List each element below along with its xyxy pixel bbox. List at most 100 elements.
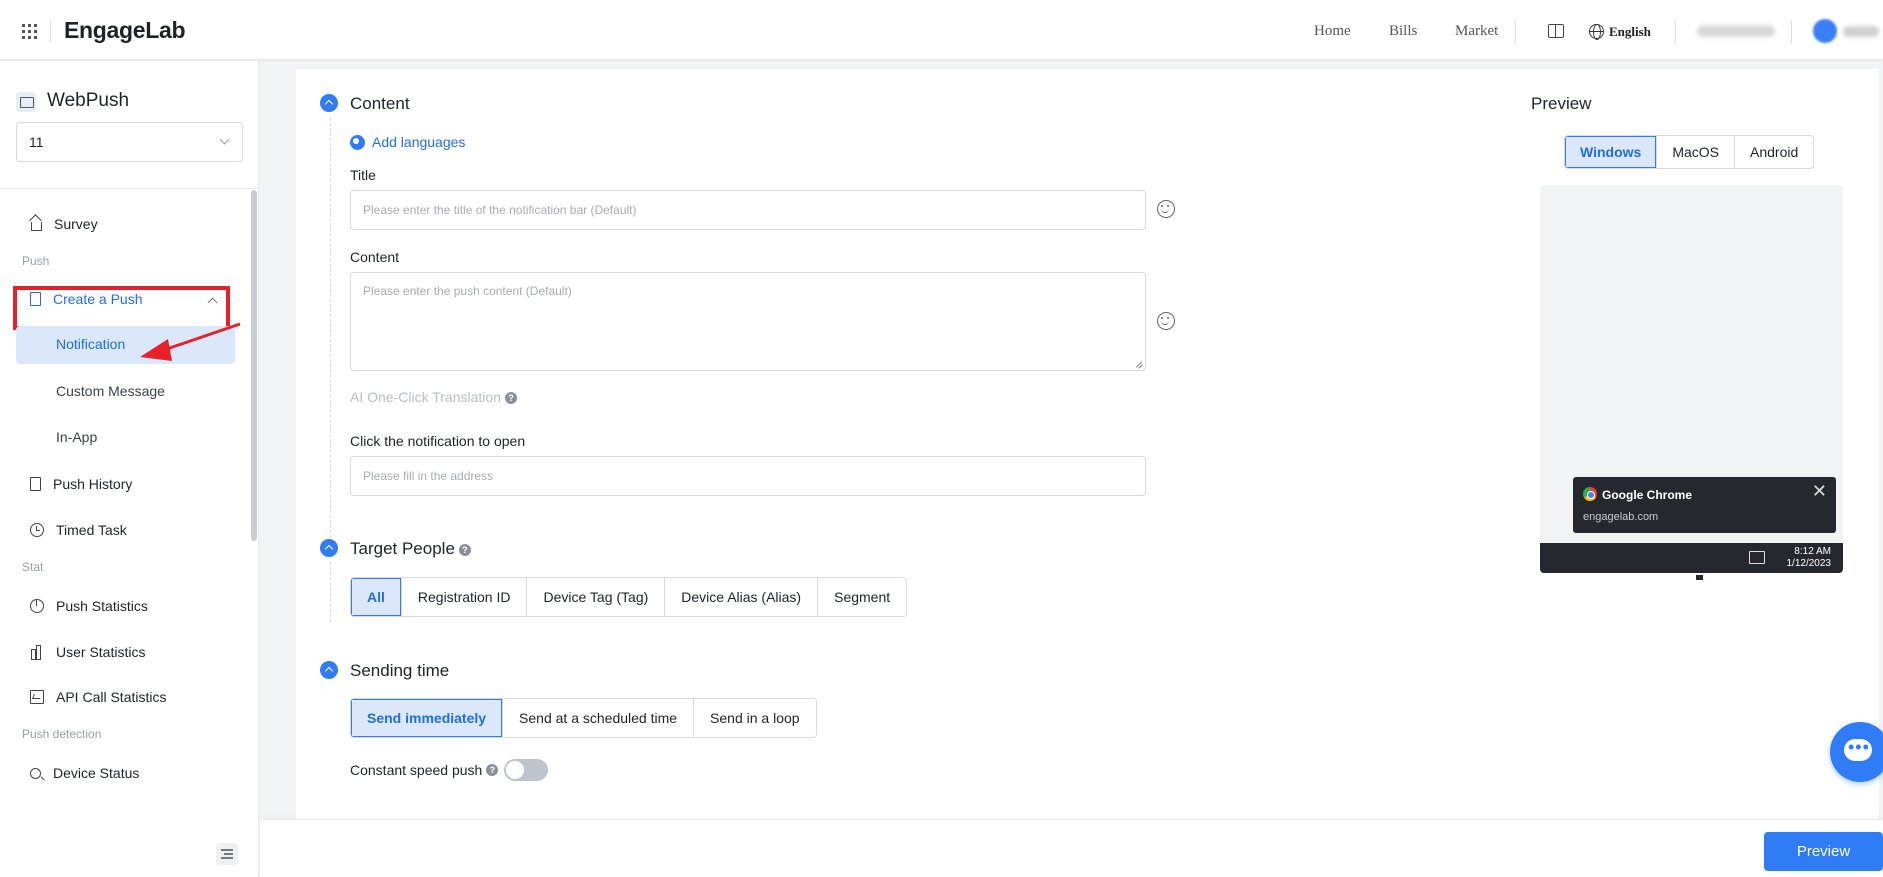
taskbar-date: 1/12/2023: [1786, 558, 1832, 569]
sidebar-group-push: Push: [22, 254, 50, 268]
target-option[interactable]: Device Tag (Tag): [526, 578, 665, 616]
webpush-app-icon: [16, 92, 36, 112]
app-selector-value: 11: [29, 134, 44, 150]
sidebar-item-custom-message[interactable]: Custom Message: [56, 383, 165, 399]
sidebar-item-timed-task[interactable]: Timed Task: [30, 519, 127, 541]
preview-button[interactable]: Preview: [1764, 832, 1883, 871]
collapse-sidebar-button[interactable]: [216, 843, 238, 865]
language-selector[interactable]: English: [1609, 24, 1651, 40]
collapse-content-icon[interactable]: [320, 94, 338, 112]
constant-speed-toggle[interactable]: [504, 759, 549, 781]
os-tab-option[interactable]: Android: [1734, 136, 1814, 168]
os-tab-option[interactable]: MacOS: [1656, 136, 1734, 168]
divider: [330, 118, 331, 538]
constant-speed-row: Constant speed push?: [350, 759, 549, 781]
globe-icon[interactable]: [1589, 24, 1604, 40]
sidebar-group-push-detection: Push detection: [22, 727, 102, 741]
sidebar-item-label: Push Statistics: [56, 598, 148, 614]
taskbar: 8:12 AM 1/12/2023: [1540, 543, 1843, 573]
sidebar-item-in-app[interactable]: In-App: [56, 429, 97, 445]
sidebar-group-stat: Stat: [22, 560, 44, 574]
top-bar: EngageLab Home Bills Market English: [0, 0, 1883, 60]
section-title-sending: Sending time: [350, 661, 450, 680]
target-option[interactable]: Device Alias (Alias): [664, 578, 818, 616]
notification-preview-frame: Google Chrome engagelab.com ✕ 8:12 AM 1/…: [1540, 185, 1843, 573]
close-icon: ✕: [1811, 481, 1827, 501]
chrome-icon: [1583, 487, 1597, 501]
docs-book-icon[interactable]: [1548, 24, 1564, 38]
title-input[interactable]: [350, 190, 1146, 230]
section-title-target: Target People?: [350, 539, 471, 559]
home-icon: [31, 221, 42, 231]
app-title: WebPush: [47, 90, 130, 111]
sending-time-selector: Send immediately Send at a scheduled time…: [350, 698, 817, 738]
click-open-input[interactable]: [350, 456, 1146, 496]
nav-market[interactable]: Market: [1455, 23, 1498, 40]
user-name[interactable]: [1843, 26, 1879, 37]
toast-site: engagelab.com: [1583, 511, 1659, 523]
decoration: [1696, 575, 1703, 580]
chevron-down-icon: [219, 134, 230, 145]
nav-home[interactable]: Home: [1314, 23, 1351, 40]
title-label: Title: [350, 167, 376, 183]
nav-bills[interactable]: Bills: [1389, 23, 1417, 40]
bottom-action-bar: [260, 819, 1883, 877]
sending-time-option[interactable]: Send in a loop: [693, 699, 816, 737]
divider: [1675, 20, 1676, 44]
target-option[interactable]: Registration ID: [400, 578, 527, 616]
sidebar-item-label: Survey: [54, 216, 98, 232]
account-switcher[interactable]: [1697, 25, 1775, 37]
target-people-selector: All Registration ID Device Tag (Tag) Device…: [350, 577, 908, 617]
pie-chart-icon: [30, 599, 44, 613]
divider: [330, 562, 331, 622]
collapse-sending-icon[interactable]: [320, 661, 338, 679]
target-option[interactable]: Segment: [817, 578, 907, 616]
sidebar-item-device-status[interactable]: Device Status: [30, 762, 139, 784]
sending-time-option[interactable]: Send immediately: [351, 699, 503, 737]
content-textarea[interactable]: [350, 272, 1146, 371]
os-tab-option[interactable]: Windows: [1565, 136, 1657, 168]
sidebar-item-label: API Call Statistics: [56, 689, 167, 705]
emoji-icon[interactable]: [1157, 200, 1175, 218]
os-tabs: Windows MacOS Android: [1564, 135, 1815, 169]
notification-center-icon: [1749, 551, 1765, 564]
sending-time-option[interactable]: Send at a scheduled time: [502, 699, 694, 737]
history-document-icon: [30, 477, 41, 491]
globe-icon: [350, 134, 365, 150]
clock-icon: [30, 523, 44, 537]
app-selector[interactable]: 11: [16, 122, 243, 162]
sidebar-item-user-statistics[interactable]: User Statistics: [30, 641, 145, 663]
help-icon[interactable]: ?: [486, 764, 499, 776]
add-languages-label: Add languages: [372, 134, 466, 150]
sidebar-item-label: Timed Task: [56, 522, 127, 538]
content-label: Content: [350, 249, 400, 265]
bar-chart-icon: [30, 645, 44, 660]
avatar[interactable]: [1813, 19, 1837, 43]
sidebar-item-push-statistics[interactable]: Push Statistics: [30, 595, 148, 617]
target-option[interactable]: All: [351, 578, 401, 616]
sidebar-item-label: User Statistics: [56, 644, 146, 660]
divider: [0, 188, 259, 189]
sidebar-item-push-history[interactable]: Push History: [30, 473, 132, 495]
add-languages-link[interactable]: Add languages: [350, 134, 465, 150]
divider: [1791, 20, 1792, 44]
search-icon: [30, 767, 41, 779]
sidebar-item-api-call-statistics[interactable]: API Call Statistics: [30, 686, 166, 708]
sidebar-item-survey[interactable]: Survey: [30, 213, 98, 235]
sidebar: WebPush 11 Survey Push Create a Push Not…: [0, 61, 259, 877]
app-grid-icon[interactable]: [22, 24, 37, 39]
divider: [50, 20, 51, 42]
logo[interactable]: EngageLab: [64, 17, 186, 44]
help-icon[interactable]: ?: [504, 392, 517, 405]
click-open-label: Click the notification to open: [350, 433, 526, 449]
sidebar-scrollbar[interactable]: [251, 190, 257, 541]
collapse-target-icon[interactable]: [320, 539, 338, 557]
section-title-target-text: Target People: [350, 539, 455, 558]
resize-handle-icon[interactable]: [1133, 359, 1143, 369]
ai-translation[interactable]: AI One-Click Translation?: [350, 389, 517, 405]
emoji-icon[interactable]: [1157, 312, 1175, 330]
chat-support-button[interactable]: [1830, 722, 1883, 782]
help-icon[interactable]: ?: [458, 543, 471, 556]
arrow-annotation-icon: [140, 322, 241, 361]
line-chart-icon: [30, 690, 44, 704]
